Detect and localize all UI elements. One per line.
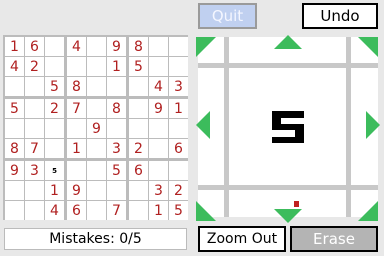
sudoku-cell[interactable] [149, 119, 168, 138]
sudoku-cell[interactable] [129, 119, 148, 138]
sudoku-cell[interactable]: 2 [129, 139, 148, 158]
sudoku-cell[interactable] [5, 77, 24, 96]
sudoku-cell[interactable] [5, 119, 24, 138]
arrow-down-left-icon[interactable] [196, 201, 216, 221]
sudoku-cell[interactable]: 7 [25, 139, 44, 158]
sudoku-cell[interactable]: 4 [45, 201, 64, 220]
sudoku-cell[interactable]: 5 [169, 201, 188, 220]
arrow-up-left-icon[interactable] [196, 37, 216, 57]
sudoku-cell[interactable] [129, 99, 148, 118]
sudoku-cell[interactable] [67, 119, 86, 138]
sudoku-cell[interactable]: 8 [107, 99, 126, 118]
sudoku-cell[interactable]: 5 [5, 99, 24, 118]
sudoku-cell[interactable] [87, 181, 106, 200]
sudoku-cell[interactable] [67, 161, 86, 180]
sudoku-cell[interactable] [25, 201, 44, 220]
sudoku-cell[interactable]: 3 [107, 139, 126, 158]
sudoku-cell[interactable]: 4 [67, 37, 86, 56]
arrow-left-icon[interactable] [196, 111, 210, 139]
sudoku-cell[interactable] [25, 77, 44, 96]
sudoku-cell[interactable] [45, 37, 64, 56]
sudoku-cell[interactable] [5, 201, 24, 220]
arrow-up-icon[interactable] [274, 35, 302, 49]
sudoku-cell[interactable]: 3 [25, 161, 44, 180]
sudoku-cell[interactable] [45, 57, 64, 76]
sudoku-cell[interactable]: 1 [5, 37, 24, 56]
sudoku-cell[interactable]: 4 [149, 77, 168, 96]
sudoku-cell[interactable]: 2 [25, 57, 44, 76]
sudoku-cell[interactable] [169, 37, 188, 56]
arrow-down-icon[interactable] [274, 209, 302, 223]
arrow-up-right-icon[interactable] [358, 37, 378, 57]
sudoku-cell[interactable] [149, 57, 168, 76]
sudoku-cell[interactable] [129, 181, 148, 200]
sudoku-cell[interactable] [5, 181, 24, 200]
sudoku-board: 1649842155843527891987132693556193246715 [3, 35, 188, 220]
zoom-out-button[interactable]: Zoom Out [198, 226, 286, 252]
sudoku-cell[interactable] [87, 161, 106, 180]
sudoku-cell[interactable]: 8 [67, 77, 86, 96]
sudoku-cell[interactable]: 9 [107, 37, 126, 56]
sudoku-cell[interactable]: 1 [107, 57, 126, 76]
sudoku-cell[interactable] [107, 181, 126, 200]
quit-button[interactable]: Quit [198, 3, 257, 29]
sudoku-cell[interactable] [87, 57, 106, 76]
sudoku-cell[interactable] [129, 201, 148, 220]
sudoku-cell[interactable]: 6 [25, 37, 44, 56]
sudoku-cell[interactable]: 9 [87, 119, 106, 138]
sudoku-cell[interactable] [87, 37, 106, 56]
sudoku-cell[interactable]: 8 [5, 139, 24, 158]
sudoku-cell[interactable] [45, 139, 64, 158]
mistakes-counter: Mistakes: 0/5 [4, 228, 187, 250]
sudoku-cell[interactable]: 5 [107, 161, 126, 180]
sudoku-cell[interactable] [169, 57, 188, 76]
sudoku-cell[interactable] [87, 139, 106, 158]
sudoku-cell[interactable]: 5 [45, 161, 64, 180]
sudoku-cell[interactable] [169, 119, 188, 138]
sudoku-cell[interactable]: 8 [129, 37, 148, 56]
sudoku-cell[interactable]: 2 [45, 99, 64, 118]
sudoku-cell[interactable] [87, 201, 106, 220]
sudoku-cell[interactable] [25, 181, 44, 200]
sudoku-cell[interactable] [45, 119, 64, 138]
sudoku-cell[interactable]: 4 [5, 57, 24, 76]
sudoku-cell[interactable] [25, 119, 44, 138]
sudoku-cell[interactable] [107, 119, 126, 138]
sudoku-cell[interactable]: 1 [67, 139, 86, 158]
sudoku-cell[interactable]: 2 [169, 181, 188, 200]
sudoku-cell[interactable]: 7 [107, 201, 126, 220]
sudoku-cell[interactable] [129, 77, 148, 96]
sudoku-cell[interactable] [149, 139, 168, 158]
sudoku-cell[interactable]: 6 [67, 201, 86, 220]
sudoku-cell[interactable]: 1 [169, 99, 188, 118]
sudoku-cell[interactable]: 7 [67, 99, 86, 118]
sudoku-cell[interactable]: 9 [149, 99, 168, 118]
sudoku-cell[interactable]: 1 [149, 201, 168, 220]
erase-button[interactable]: Erase [290, 226, 378, 252]
sudoku-cell[interactable] [149, 161, 168, 180]
sudoku-cell[interactable] [149, 37, 168, 56]
sudoku-cell[interactable] [87, 77, 106, 96]
arrow-right-icon[interactable] [366, 111, 380, 139]
sudoku-cell[interactable]: 5 [129, 57, 148, 76]
sudoku-cell[interactable]: 9 [67, 181, 86, 200]
sudoku-cell[interactable]: 9 [5, 161, 24, 180]
arrow-down-right-icon[interactable] [358, 201, 378, 221]
sudoku-cell[interactable]: 6 [129, 161, 148, 180]
sudoku-cell[interactable]: 3 [169, 77, 188, 96]
sudoku-cell[interactable] [25, 99, 44, 118]
sudoku-cell[interactable] [107, 77, 126, 96]
sudoku-cell[interactable] [169, 161, 188, 180]
undo-button[interactable]: Undo [302, 3, 378, 29]
sudoku-cell[interactable] [87, 99, 106, 118]
zoom-arrows [196, 35, 380, 223]
sudoku-cell[interactable]: 6 [169, 139, 188, 158]
sudoku-cell[interactable]: 3 [149, 181, 168, 200]
sudoku-cell[interactable]: 5 [45, 77, 64, 96]
sudoku-cell[interactable] [67, 57, 86, 76]
sudoku-cell[interactable]: 1 [45, 181, 64, 200]
